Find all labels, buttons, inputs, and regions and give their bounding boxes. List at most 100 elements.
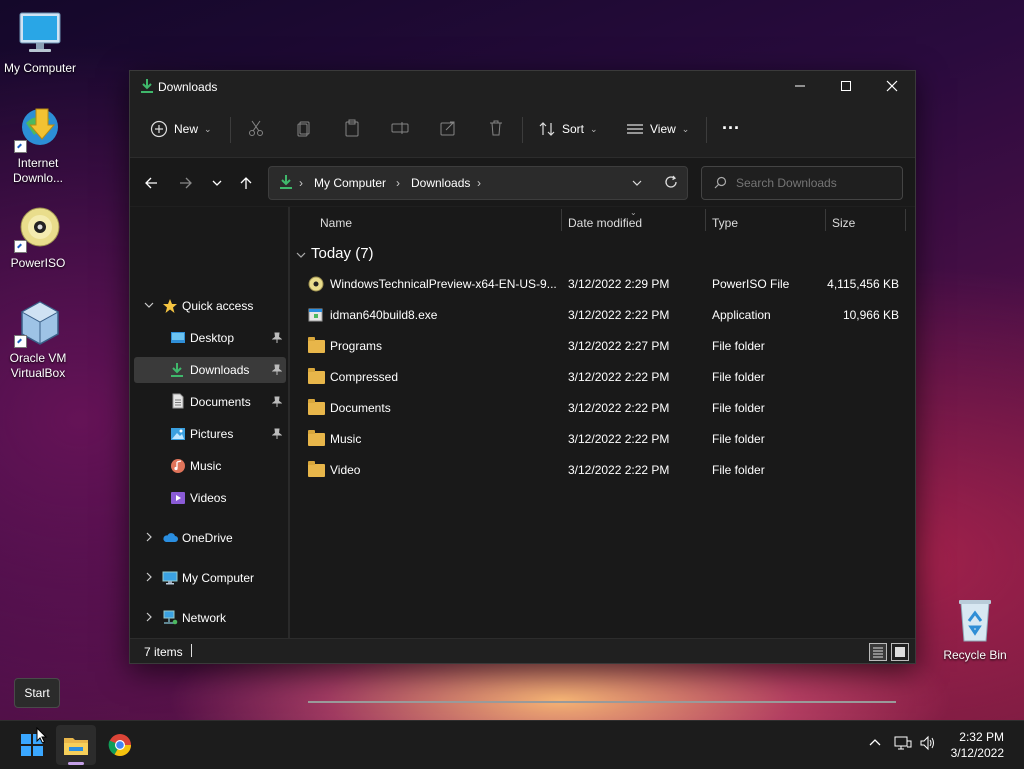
nav-item-desktop[interactable]: Desktop <box>134 325 286 351</box>
disc-icon <box>14 205 62 253</box>
desktop-icon-recycle-bin[interactable]: Recycle Bin <box>935 597 1015 663</box>
file-date-modified: 3/12/2022 2:29 PM <box>568 277 670 291</box>
taskbar: 2:32 PM 3/12/2022 <box>0 720 1024 769</box>
desktop-icon-virtualbox[interactable]: Oracle VM VirtualBox <box>0 300 78 381</box>
view-button[interactable]: View ⌄ <box>626 117 689 141</box>
column-header-size[interactable]: Size <box>832 216 855 248</box>
pin-icon[interactable] <box>271 364 283 376</box>
file-row[interactable]: Programs 3/12/2022 2:27 PM File folder <box>290 331 915 362</box>
volume-icon[interactable] <box>919 735 937 754</box>
address-bar[interactable]: › My Computer › Downloads › <box>268 166 688 200</box>
search-input[interactable] <box>734 175 888 191</box>
column-divider[interactable] <box>905 209 906 231</box>
column-divider[interactable] <box>705 209 706 231</box>
taskbar-file-explorer[interactable] <box>56 725 96 765</box>
folder-icon <box>308 337 326 354</box>
column-header-name[interactable]: Name <box>320 216 352 248</box>
pin-icon[interactable] <box>271 428 283 440</box>
chevron-down-icon[interactable] <box>144 300 154 313</box>
up-button[interactable] <box>236 173 256 193</box>
file-name: WindowsTechnicalPreview-x64-EN-US-9... <box>330 277 557 291</box>
plus-circle-icon <box>150 120 168 138</box>
refresh-icon[interactable] <box>664 175 678 192</box>
pin-icon[interactable] <box>271 332 283 344</box>
pin-icon[interactable] <box>271 396 283 408</box>
clock[interactable]: 2:32 PM 3/12/2022 <box>951 729 1004 761</box>
file-row[interactable]: Compressed 3/12/2022 2:22 PM File folder <box>290 362 915 393</box>
column-header-type[interactable]: Type <box>712 216 738 248</box>
file-row[interactable]: idman640build8.exe 3/12/2022 2:22 PM Appli… <box>290 300 915 331</box>
details-view-toggle[interactable] <box>869 643 887 661</box>
breadcrumb-my-computer[interactable]: My Computer <box>314 176 386 190</box>
see-more-button[interactable]: ... <box>722 111 740 135</box>
chevron-right-icon[interactable] <box>144 612 154 625</box>
sort-arrows-icon <box>539 122 555 136</box>
column-divider[interactable] <box>561 209 562 231</box>
address-dropdown-chevron-icon[interactable] <box>631 177 643 192</box>
desktop-folder-icon <box>170 330 186 346</box>
show-hidden-icons-chevron-up-icon[interactable] <box>868 735 882 752</box>
nav-label: Quick access <box>182 299 254 313</box>
chevron-right-icon[interactable] <box>144 532 154 545</box>
file-row[interactable]: Documents 3/12/2022 2:22 PM File folder <box>290 393 915 424</box>
column-divider[interactable] <box>825 209 826 231</box>
nav-label: Music <box>190 459 222 473</box>
nav-item-downloads[interactable]: Downloads <box>134 357 286 383</box>
share-icon[interactable] <box>439 119 457 137</box>
minimize-button[interactable] <box>777 71 823 101</box>
nav-item-onedrive[interactable]: OneDrive <box>134 525 286 551</box>
desktop-icon-internet-download-manager[interactable]: Internet Downlo... <box>0 105 78 186</box>
chrome-icon <box>108 734 131 756</box>
large-icons-view-toggle[interactable] <box>891 643 909 661</box>
new-button-label: New <box>174 122 199 136</box>
back-button[interactable] <box>141 173 161 193</box>
recycle-bin-icon <box>951 597 999 645</box>
command-bar: New ⌄ Sort ⌄ View ⌄ ... <box>130 103 915 158</box>
taskbar-chrome[interactable] <box>100 725 140 765</box>
toolbar-divider <box>230 117 231 143</box>
network-icon <box>162 610 178 626</box>
search-icon <box>714 176 727 192</box>
file-row[interactable]: Music 3/12/2022 2:22 PM File folder <box>290 424 915 455</box>
file-size: 10,966 KB <box>842 308 899 322</box>
copy-icon[interactable] <box>295 119 313 137</box>
nav-label: Desktop <box>190 331 235 345</box>
nav-label: My Computer <box>182 571 255 585</box>
nav-item-documents[interactable]: Documents <box>134 389 286 415</box>
nav-item-pictures[interactable]: Pictures <box>134 421 286 447</box>
nav-item-videos[interactable]: Videos <box>134 485 286 511</box>
file-row[interactable]: Video 3/12/2022 2:22 PM File folder <box>290 455 915 486</box>
delete-icon[interactable] <box>487 119 505 137</box>
nav-label: Documents <box>190 395 251 409</box>
file-type: File folder <box>712 339 765 353</box>
network-status-icon[interactable] <box>894 735 912 754</box>
nav-item-music[interactable]: Music <box>134 453 286 479</box>
close-button[interactable] <box>869 71 915 101</box>
maximize-button[interactable] <box>823 71 869 101</box>
desktop-icon-my-computer[interactable]: My Computer <box>0 10 80 76</box>
paste-icon[interactable] <box>343 119 361 137</box>
nav-quick-access[interactable]: Quick access <box>134 293 286 319</box>
group-collapse-chevron-icon[interactable] <box>296 249 306 263</box>
desktop-icon-poweriso[interactable]: PowerISO <box>0 205 78 271</box>
search-box[interactable] <box>701 166 903 200</box>
chevron-right-icon[interactable] <box>144 572 154 585</box>
status-bar: 7 items <box>130 638 915 663</box>
breadcrumb-separator-icon: › <box>396 176 400 190</box>
file-row[interactable]: WindowsTechnicalPreview-x64-EN-US-9... 3/… <box>290 269 915 300</box>
nav-item-my-computer[interactable]: My Computer <box>134 565 286 591</box>
forward-button[interactable] <box>176 173 196 193</box>
column-header-date-modified[interactable]: Date modified <box>568 216 642 248</box>
cut-icon[interactable] <box>247 119 265 137</box>
sort-button[interactable]: Sort ⌄ <box>538 117 598 141</box>
status-divider <box>191 644 192 657</box>
breadcrumb-downloads[interactable]: Downloads <box>411 176 470 190</box>
nav-item-network[interactable]: Network <box>134 605 286 631</box>
title-bar[interactable]: Downloads <box>130 71 915 103</box>
shortcut-arrow-icon <box>14 240 27 253</box>
rename-icon[interactable] <box>391 119 409 137</box>
new-button[interactable]: New ⌄ <box>150 117 212 141</box>
horizontal-scrollbar[interactable] <box>308 701 896 703</box>
recent-locations-button[interactable] <box>207 173 227 193</box>
group-header-today[interactable]: Today (7) <box>311 245 374 262</box>
